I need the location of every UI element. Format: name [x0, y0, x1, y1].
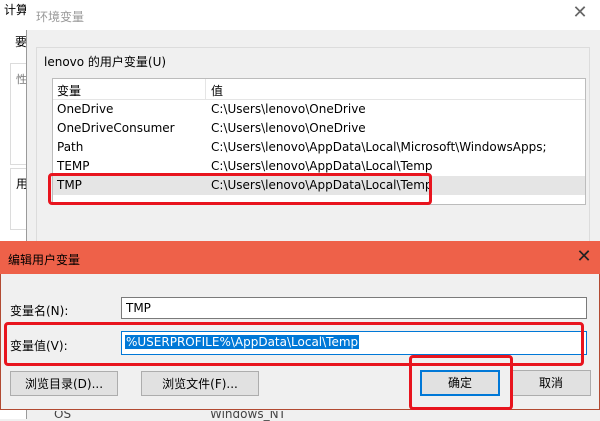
variable-name: Path: [57, 140, 84, 154]
variable-value-input[interactable]: %USERPROFILE%\AppData\Local\Temp: [121, 331, 587, 355]
edit-dialog-title: 编辑用户变量: [8, 253, 81, 267]
user-variables-table: 变量 值 OneDrive C:\Users\lenovo\OneDrive O…: [52, 78, 586, 205]
variable-value: C:\Users\lenovo\AppData\Local\Temp: [211, 159, 433, 173]
column-divider[interactable]: [205, 79, 206, 99]
variable-name: OneDriveConsumer: [57, 121, 175, 135]
ok-button[interactable]: 确定: [420, 370, 500, 396]
variable-name-label: 变量名(N):: [10, 304, 69, 318]
env-dialog-titlebar: [26, 0, 600, 30]
variable-value: C:\Users\lenovo\AppData\Local\Microsoft\…: [211, 140, 547, 154]
cancel-button[interactable]: 取消: [511, 370, 591, 396]
edit-dialog-titlebar[interactable]: [0, 241, 600, 274]
env-dialog-title: 环境变量: [36, 10, 85, 24]
close-icon[interactable]: ✕: [574, 246, 594, 268]
table-row[interactable]: OneDrive C:\Users\lenovo\OneDrive: [53, 100, 585, 119]
close-icon[interactable]: ✕: [570, 3, 590, 23]
variable-value: C:\Users\lenovo\OneDrive: [211, 102, 366, 116]
browse-directory-button[interactable]: 浏览目录(D)...: [10, 371, 118, 396]
variable-name: OS: [54, 411, 72, 421]
column-header-value[interactable]: 值: [211, 82, 223, 99]
table-row[interactable]: Path C:\Users\lenovo\AppData\Local\Micro…: [53, 138, 585, 157]
table-row[interactable]: TEMP C:\Users\lenovo\AppData\Local\Temp: [53, 157, 585, 176]
variable-value: C:\Users\lenovo\OneDrive: [211, 121, 366, 135]
variable-value: Windows_NT: [210, 411, 286, 421]
variable-name: TMP: [57, 178, 82, 192]
user-variables-label: lenovo 的用户变量(U): [42, 53, 169, 70]
variable-value: C:\Users\lenovo\AppData\Local\Temp: [211, 178, 433, 192]
table-header: 变量 值: [53, 79, 585, 100]
variable-name: OneDrive: [57, 102, 114, 116]
browse-file-button[interactable]: 浏览文件(F)...: [141, 371, 259, 396]
table-row-selected[interactable]: TMP C:\Users\lenovo\AppData\Local\Temp: [53, 176, 585, 195]
variable-name-input[interactable]: [121, 297, 587, 319]
column-header-name[interactable]: 变量: [57, 82, 81, 99]
variable-value-selected-text: %USERPROFILE%\AppData\Local\Temp: [125, 335, 360, 349]
variable-name: TEMP: [57, 159, 90, 173]
variable-value-label: 变量值(V):: [10, 339, 68, 353]
background-window-title: 计算: [4, 3, 29, 17]
table-body: OneDrive C:\Users\lenovo\OneDrive OneDri…: [53, 100, 585, 195]
system-variable-row-partial[interactable]: OS Windows_NT: [54, 411, 554, 421]
table-row[interactable]: OneDriveConsumer C:\Users\lenovo\OneDriv…: [53, 119, 585, 138]
